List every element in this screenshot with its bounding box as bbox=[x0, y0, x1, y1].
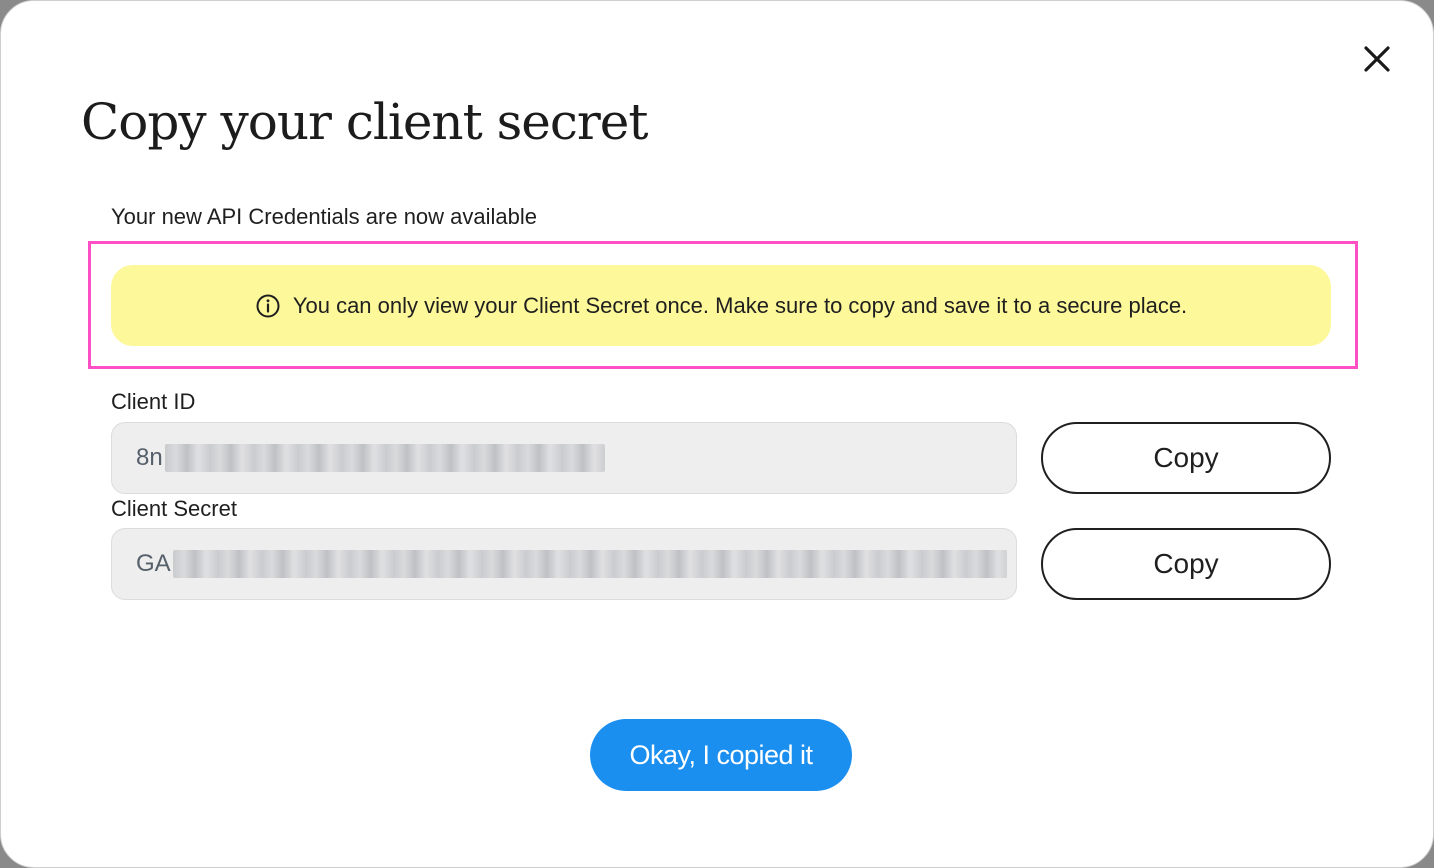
warning-text: You can only view your Client Secret onc… bbox=[292, 292, 1188, 318]
confirm-copied-button[interactable]: Okay, I copied it bbox=[590, 719, 852, 791]
copy-client-secret-button[interactable]: Copy bbox=[1041, 528, 1331, 600]
client-secret-field[interactable]: GA bbox=[111, 528, 1017, 600]
client-secret-value: GA bbox=[136, 550, 171, 577]
close-icon bbox=[1364, 46, 1390, 72]
client-id-value: 8n bbox=[136, 444, 163, 471]
warning-banner: You can only view your Client Secret onc… bbox=[111, 265, 1331, 346]
credentials-available-text: Your new API Credentials are now availab… bbox=[111, 204, 538, 229]
dialog-title: Copy your client secret bbox=[81, 93, 648, 151]
client-id-field[interactable]: 8n bbox=[111, 422, 1017, 494]
info-circle-icon bbox=[255, 293, 281, 319]
client-id-label: Client ID bbox=[111, 389, 196, 414]
copy-client-id-button[interactable]: Copy bbox=[1041, 422, 1331, 494]
client-secret-label: Client Secret bbox=[111, 496, 237, 521]
close-button[interactable] bbox=[1357, 39, 1397, 79]
redacted-value bbox=[164, 444, 605, 472]
dialog: Copy your client secret Your new API Cre… bbox=[0, 0, 1434, 868]
redacted-value bbox=[172, 550, 1007, 578]
